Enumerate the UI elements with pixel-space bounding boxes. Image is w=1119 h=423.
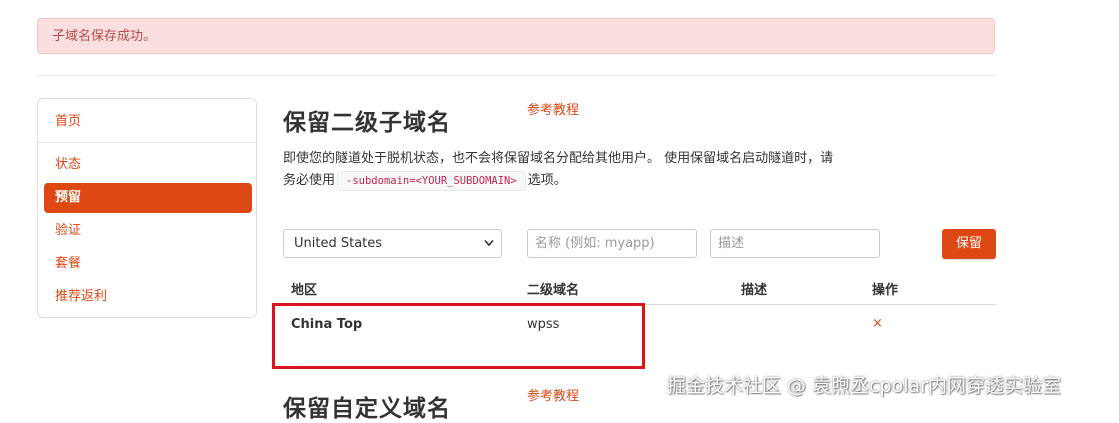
sidebar-item-home[interactable]: 首页 [44,107,252,137]
sidebar-item-plans[interactable]: 套餐 [44,249,252,279]
description-text-end: 选项。 [527,173,567,188]
sidebar-divider [38,142,256,143]
sidebar-nav: 首页 状态 预留 验证 套餐 推荐返利 [37,98,257,318]
section-title-custom-domain: 保留自定义域名 [283,396,451,422]
subdomain-name-input[interactable]: 名称 (例如: myapp) [527,229,697,258]
description-placeholder: 描述 [718,236,745,251]
column-header-action: 操作 [872,283,899,298]
success-alert: 子域名保存成功。 [37,18,995,54]
sidebar-item-referral[interactable]: 推荐返利 [44,282,252,312]
alert-message: 子域名保存成功。 [52,29,157,44]
column-header-region: 地区 [291,283,318,298]
column-header-subdomain: 二级域名 [527,283,580,298]
section-title-subdomain: 保留二级子域名 [283,110,451,136]
name-placeholder: 名称 (例如: myapp) [535,236,655,251]
region-select[interactable]: United States [283,229,502,258]
save-button[interactable]: 保留 [942,229,996,259]
column-header-description: 描述 [741,283,768,298]
sidebar-item-status[interactable]: 状态 [44,150,252,180]
delete-icon[interactable]: × [872,316,883,331]
tutorial-link[interactable]: 参考教程 [527,99,579,118]
tutorial-link-custom-domain[interactable]: 参考教程 [527,385,579,404]
chevron-down-icon [484,239,494,247]
sidebar-item-reserve[interactable]: 预留 [44,183,252,213]
description-input[interactable]: 描述 [710,229,880,258]
divider [37,75,997,76]
watermark-text: 掘金技术社区 @ 袁煦丞cpolar内网穿透实验室 [667,375,1061,397]
highlight-annotation-box [272,303,645,369]
sidebar-item-verify[interactable]: 验证 [44,216,252,246]
section-description: 即使您的隧道处于脱机状态，也不会将保留域名分配给其他用户。 使用保留域名启动隧道… [283,148,843,192]
region-selected-value: United States [294,236,383,251]
subdomain-code-snippet: -subdomain=<YOUR_SUBDOMAIN> [337,171,526,191]
